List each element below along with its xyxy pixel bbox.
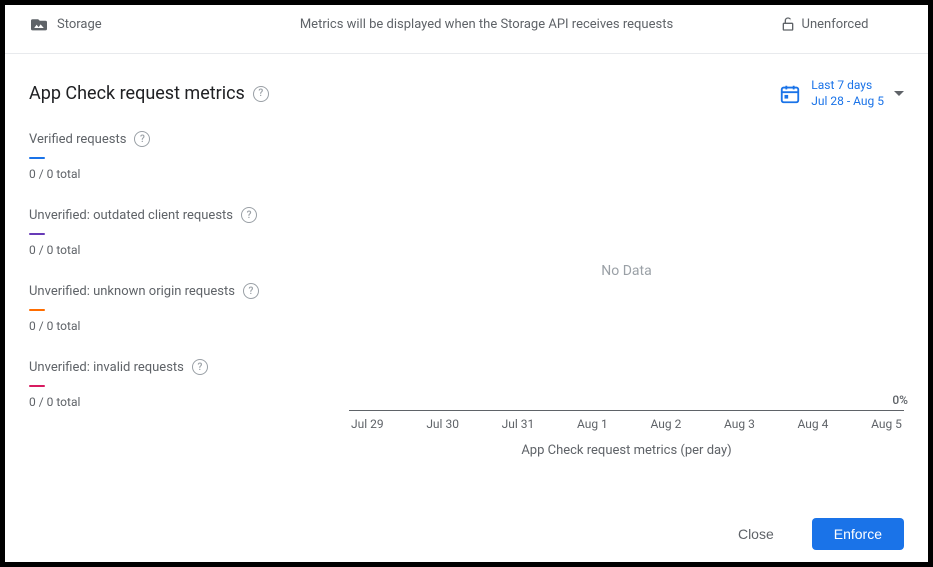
legend-swatch [29, 309, 45, 311]
service-label: Storage [57, 17, 102, 32]
close-button[interactable]: Close [716, 518, 796, 550]
legend-item: Unverified: unknown origin requests ? 0 … [29, 283, 329, 333]
legend-item: Unverified: invalid requests ? 0 / 0 tot… [29, 359, 329, 409]
legend-swatch [29, 233, 45, 235]
help-icon[interactable]: ? [253, 86, 269, 102]
chart-caption: App Check request metrics (per day) [349, 443, 904, 458]
legend-label-text: Unverified: invalid requests [29, 360, 184, 375]
calendar-icon [779, 83, 801, 105]
legend-item: Verified requests ? 0 / 0 total [29, 131, 329, 181]
chart: No Data 0% Jul 29 Jul 30 Jul 31 Aug 1 Au… [349, 131, 904, 490]
date-range-range: Jul 28 - Aug 5 [811, 94, 884, 110]
x-tick: Jul 31 [502, 417, 535, 431]
legend-swatch [29, 157, 45, 159]
status-label: Unenforced [802, 17, 869, 32]
enforce-button[interactable]: Enforce [812, 518, 904, 550]
date-range-label: Last 7 days [811, 78, 884, 94]
legend-item: Unverified: outdated client requests ? 0… [29, 207, 329, 257]
x-tick: Aug 2 [650, 417, 681, 431]
chart-no-data-label: No Data [601, 263, 651, 279]
unlock-icon [780, 15, 796, 33]
x-tick: Aug 3 [724, 417, 755, 431]
chart-x-labels: Jul 29 Jul 30 Jul 31 Aug 1 Aug 2 Aug 3 A… [349, 417, 904, 431]
page-title: App Check request metrics [29, 83, 245, 104]
legend-value: 0 / 0 total [29, 395, 329, 409]
legend-column: Verified requests ? 0 / 0 total Unverifi… [29, 131, 329, 490]
help-icon[interactable]: ? [134, 131, 150, 147]
image-icon [29, 16, 49, 32]
legend-value: 0 / 0 total [29, 167, 329, 181]
header-service: Storage [29, 16, 229, 32]
x-tick: Jul 30 [426, 417, 459, 431]
x-tick: Aug 5 [871, 417, 902, 431]
chevron-down-icon [894, 91, 904, 96]
x-tick: Aug 1 [577, 417, 608, 431]
legend-swatch [29, 385, 45, 387]
help-icon[interactable]: ? [243, 283, 259, 299]
legend-label-text: Unverified: outdated client requests [29, 208, 233, 223]
legend-value: 0 / 0 total [29, 319, 329, 333]
legend-value: 0 / 0 total [29, 243, 329, 257]
chart-y-zero: 0% [892, 393, 908, 407]
help-icon[interactable]: ? [241, 207, 257, 223]
chart-x-axis [349, 410, 904, 411]
date-range-picker[interactable]: Last 7 days Jul 28 - Aug 5 [779, 78, 904, 109]
enforcement-status: Unenforced [744, 15, 904, 33]
legend-label-text: Unverified: unknown origin requests [29, 284, 235, 299]
help-icon[interactable]: ? [192, 359, 208, 375]
x-tick: Jul 29 [351, 417, 384, 431]
header-message: Metrics will be displayed when the Stora… [229, 17, 744, 32]
legend-label-text: Verified requests [29, 132, 126, 147]
x-tick: Aug 4 [798, 417, 829, 431]
